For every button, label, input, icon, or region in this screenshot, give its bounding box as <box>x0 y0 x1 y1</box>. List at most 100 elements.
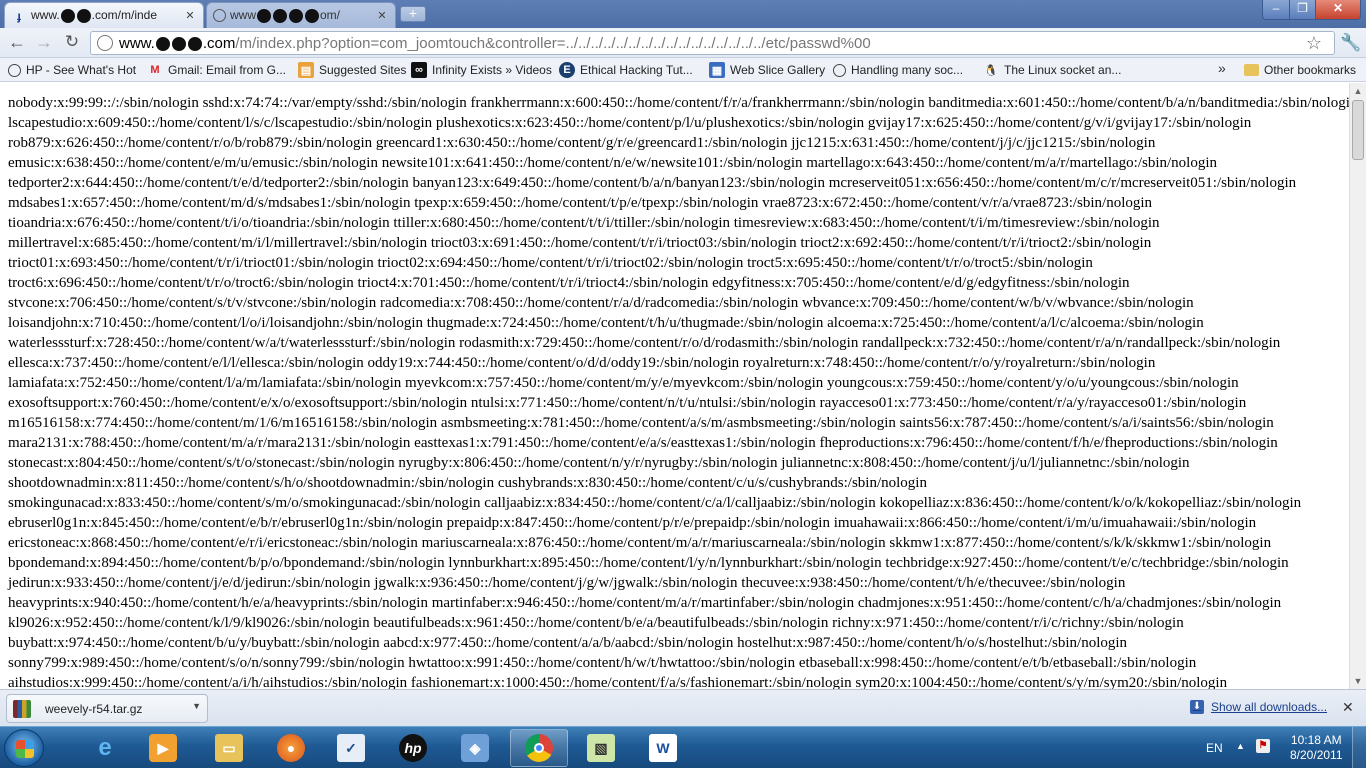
bookmark-item[interactable]: ▦ Web Slice Gallery <box>709 62 825 78</box>
scroll-down-arrow-icon[interactable]: ▼ <box>1350 673 1366 689</box>
passwd-line: waterlesssturf:x:728:450::/home/content/… <box>8 335 1281 351</box>
tab-inactive[interactable]: www om/ ✕ <box>206 2 396 28</box>
bookmark-item[interactable]: ▤ Suggested Sites <box>298 62 406 78</box>
page-info-icon[interactable] <box>97 35 113 51</box>
system-tray: EN ▲ ⚑ 10:18 AM 8/20/2011 <box>1196 727 1366 768</box>
bookmarks-overflow-chevron-icon[interactable]: » <box>1218 60 1226 76</box>
passwd-line: nobody:x:99:99::/:/sbin/nologin sshd:x:7… <box>8 95 1349 111</box>
passwd-line: stonecast:x:804:450::/home/content/s/t/o… <box>8 455 1190 471</box>
language-indicator[interactable]: EN <box>1206 741 1223 755</box>
address-bar[interactable]: www. .com/m/index.php?option=com_joomtouc… <box>90 31 1335 55</box>
windows-logo-icon <box>16 740 34 758</box>
passwd-line: loisandjohn:x:710:450::/home/content/l/o… <box>8 315 1204 331</box>
download-item[interactable]: weevely-r54.tar.gz ▼ <box>6 694 208 723</box>
passwd-line: bpondemand:x:894:450::/home/content/b/p/… <box>8 555 1289 571</box>
minimize-button[interactable]: – <box>1262 0 1290 20</box>
bookmark-item[interactable]: ∞ Infinity Exists » Videos <box>411 62 552 78</box>
passwd-line: sonny799:x:989:450::/home/content/s/o/n/… <box>8 655 1197 671</box>
handling-sockets-icon <box>833 63 846 77</box>
bookmark-item[interactable]: HP - See What's Hot <box>8 62 136 78</box>
passwd-line: rob879:x:626:450::/home/content/r/o/b/ro… <box>8 135 1156 151</box>
vertical-scrollbar[interactable]: ▲ ▼ <box>1349 83 1366 689</box>
windows-taskbar: e ▶ ▭ ● ✓ hp ◈ ▧ W EN ▲ ⚑ 10:18 AM 8/20/… <box>0 726 1366 768</box>
bookmark-item[interactable]: Handling many soc... <box>833 62 963 78</box>
word-icon[interactable]: W <box>634 729 692 767</box>
passwd-line: heavyprints:x:940:450::/home/content/h/e… <box>8 595 1282 611</box>
virtualbox-icon[interactable]: ◈ <box>446 729 504 767</box>
passwd-line: mara2131:x:788:450::/home/content/m/a/r/… <box>8 435 1278 451</box>
back-arrow-icon[interactable]: ← <box>6 33 28 53</box>
show-desktop-button[interactable] <box>1352 727 1366 768</box>
suggested-sites-icon: ▤ <box>298 62 314 78</box>
passwd-line: lamiafata:x:752:450::/home/content/l/a/m… <box>8 375 1239 391</box>
browser-toolbar: ← → ↻ www. .com/m/index.php?option=com_jo… <box>0 28 1366 58</box>
passwd-line: smokingunacad:x:833:450::/home/content/s… <box>8 495 1302 511</box>
chevron-down-icon[interactable]: ▼ <box>192 701 201 711</box>
windows-live-icon[interactable]: ▧ <box>572 729 630 767</box>
clock[interactable]: 10:18 AM 8/20/2011 <box>1290 733 1343 763</box>
show-all-downloads-link[interactable]: ⬇ Show all downloads... <box>1190 700 1327 714</box>
tab-active[interactable]: ɟ www. .com/m/inde ✕ <box>4 2 204 28</box>
passwd-line: mdsabes1:x:657:450::/home/content/m/d/s/… <box>8 195 1153 211</box>
downloads-shelf: weevely-r54.tar.gz ▼ ⬇ Show all download… <box>0 689 1366 726</box>
passwd-line: tioandria:x:676:450::/home/content/t/i/o… <box>8 215 1160 231</box>
media-player-icon[interactable]: ▶ <box>134 729 192 767</box>
task-app-icon[interactable]: ✓ <box>322 729 380 767</box>
passwd-line: m16516158:x:774:450::/home/content/m/1/6… <box>8 415 1274 431</box>
new-tab-button[interactable]: + <box>400 6 426 22</box>
url-text[interactable]: www. .com/m/index.php?option=com_joomtouc… <box>119 35 871 52</box>
chrome-icon[interactable] <box>510 729 568 767</box>
tray-expand-arrow-icon[interactable]: ▲ <box>1236 741 1245 751</box>
bookmark-item[interactable]: 🐧 The Linux socket an... <box>983 62 1121 78</box>
passwd-line: troct6:x:696:450::/home/content/t/r/o/tr… <box>8 275 1130 291</box>
passwd-line: kl9026:x:952:450::/home/content/k/l/9/kl… <box>8 615 1184 631</box>
passwd-line: trioct01:x:693:450::/home/content/t/r/i/… <box>8 255 1093 271</box>
tab-close-icon[interactable]: ✕ <box>183 9 197 23</box>
globe-favicon-icon <box>213 9 226 22</box>
forward-arrow-icon[interactable]: → <box>33 33 55 53</box>
linux-socket-icon: 🐧 <box>984 64 998 77</box>
passwd-line: tedporter2:x:644:450::/home/content/t/e/… <box>8 175 1297 191</box>
tab-title: www. .com/m/inde <box>31 8 158 23</box>
bookmark-item[interactable]: E Ethical Hacking Tut... <box>559 62 693 78</box>
passwd-line: shootdownadmin:x:811:450::/home/content/… <box>8 475 927 491</box>
passwd-line: lscapestudio:x:609:450::/home/content/l/… <box>8 115 1252 131</box>
ethical-hacking-icon: E <box>559 62 575 78</box>
tab-close-icon[interactable]: ✕ <box>375 9 389 23</box>
wrench-menu-icon[interactable]: 🔧 <box>1340 33 1361 53</box>
bookmark-item[interactable]: M Gmail: Email from G... <box>147 62 286 78</box>
action-center-flag-icon[interactable]: ⚑ <box>1256 739 1270 753</box>
other-bookmarks-folder[interactable]: Other bookmarks <box>1244 62 1356 78</box>
scrollbar-thumb[interactable] <box>1352 100 1364 160</box>
hp-app-icon[interactable]: hp <box>384 729 442 767</box>
passwd-line: millertravel:x:685:450::/home/content/m/… <box>8 235 1152 251</box>
download-arrow-icon: ⬇ <box>1190 700 1204 714</box>
download-filename: weevely-r54.tar.gz <box>45 701 143 716</box>
firefox-icon[interactable]: ● <box>262 729 320 767</box>
close-window-button[interactable]: ✕ <box>1315 0 1361 20</box>
passwd-line: exosoftsupport:x:760:450::/home/content/… <box>8 395 1247 411</box>
infinity-exists-icon: ∞ <box>411 62 427 78</box>
passwd-line: emusic:x:638:450::/home/content/e/m/u/em… <box>8 155 1218 171</box>
folder-icon <box>1244 64 1259 76</box>
web-slice-icon: ▦ <box>709 62 725 78</box>
page-content: nobody:x:99:99::/:/sbin/nologin sshd:x:7… <box>0 83 1349 689</box>
joomla-favicon-icon: ɟ <box>17 8 21 23</box>
tab-strip: ɟ www. .com/m/inde ✕ www om/ ✕ + – ❐ ✕ <box>0 0 1366 28</box>
bookmark-star-icon[interactable]: ☆ <box>1306 33 1322 54</box>
file-explorer-icon[interactable]: ▭ <box>200 729 258 767</box>
close-shelf-icon[interactable]: ✕ <box>1342 699 1354 716</box>
tab-title: www om/ <box>230 8 341 23</box>
passwd-line: ericstoneac:x:868:450::/home/content/e/r… <box>8 535 1272 551</box>
passwd-line: jedirun:x:933:450::/home/content/j/e/d/j… <box>8 575 1126 591</box>
scroll-up-arrow-icon[interactable]: ▲ <box>1350 83 1366 99</box>
passwd-line: stvcone:x:706:450::/home/content/s/t/v/s… <box>8 295 1194 311</box>
internet-explorer-icon[interactable]: e <box>76 729 134 767</box>
passwd-line: ellesca:x:737:450::/home/content/e/l/l/e… <box>8 355 1156 371</box>
start-button[interactable] <box>4 729 44 767</box>
maximize-button[interactable]: ❐ <box>1289 0 1316 20</box>
clock-time: 10:18 AM <box>1290 733 1342 747</box>
reload-icon[interactable]: ↻ <box>61 33 83 53</box>
passwd-line: aihstudios:x:999:450::/home/content/a/i/… <box>8 675 1228 689</box>
bookmarks-bar: HP - See What's Hot M Gmail: Email from G… <box>0 58 1366 82</box>
